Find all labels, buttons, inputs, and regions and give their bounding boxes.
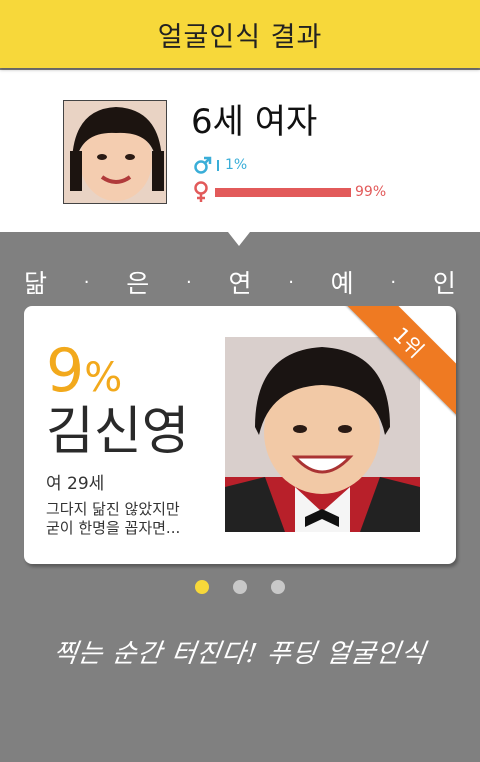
similarity-number: 9	[46, 336, 85, 406]
similarity-sign: %	[84, 355, 123, 401]
separator-dot: ·	[83, 271, 90, 293]
female-icon	[194, 181, 208, 202]
page-dot[interactable]	[233, 580, 247, 594]
page-dot[interactable]	[271, 580, 285, 594]
celebrity-info: 여 29세	[46, 474, 105, 494]
speech-pointer	[228, 232, 250, 246]
description-line: 굳이 한명을 꼽자면...	[46, 519, 181, 537]
page-dot-active[interactable]	[195, 580, 209, 594]
section-char: 연	[228, 269, 252, 298]
female-percent: 99%	[355, 184, 387, 200]
description-line: 그다지 닮진 않았지만	[46, 500, 180, 518]
male-icon	[194, 156, 212, 174]
header-title: 얼굴인식 결과	[157, 21, 323, 53]
male-percent: 1%	[225, 157, 248, 173]
section-char: 예	[330, 269, 354, 298]
app-header: 얼굴인식 결과	[0, 0, 480, 68]
female-ratio-row: 99%	[193, 180, 386, 204]
male-ratio-bar	[217, 159, 219, 171]
slogan-text: 찍는 순간 터진다! 푸딩 얼굴인식	[51, 639, 428, 669]
separator-dot: ·	[390, 271, 397, 293]
section-char: 은	[126, 269, 150, 298]
section-title-similar-celebrities: 닮 · 은 · 연 · 예 · 인	[0, 262, 480, 302]
celebrity-description: 그다지 닮진 않았지만 굳이 한명을 꼽자면...	[46, 500, 226, 538]
celebrity-match-card[interactable]: 9% 김신영 여 29세 그다지 닮진 않았지만 굳이 한명을 꼽자면... 1…	[24, 306, 456, 564]
section-char: 닮	[24, 269, 48, 298]
section-char: 인	[432, 269, 456, 298]
female-ratio-bar	[215, 187, 351, 197]
celebrity-name: 김신영	[46, 402, 190, 462]
result-title: 6세 여자	[191, 102, 318, 142]
separator-dot: ·	[185, 271, 192, 293]
separator-dot: ·	[288, 271, 294, 293]
celebrity-photo	[225, 337, 420, 532]
male-ratio-row: 1%	[193, 154, 247, 176]
page-indicator	[0, 580, 480, 598]
user-photo	[63, 100, 167, 204]
profile-summary: 6세 여자 1% 99%	[0, 70, 480, 232]
